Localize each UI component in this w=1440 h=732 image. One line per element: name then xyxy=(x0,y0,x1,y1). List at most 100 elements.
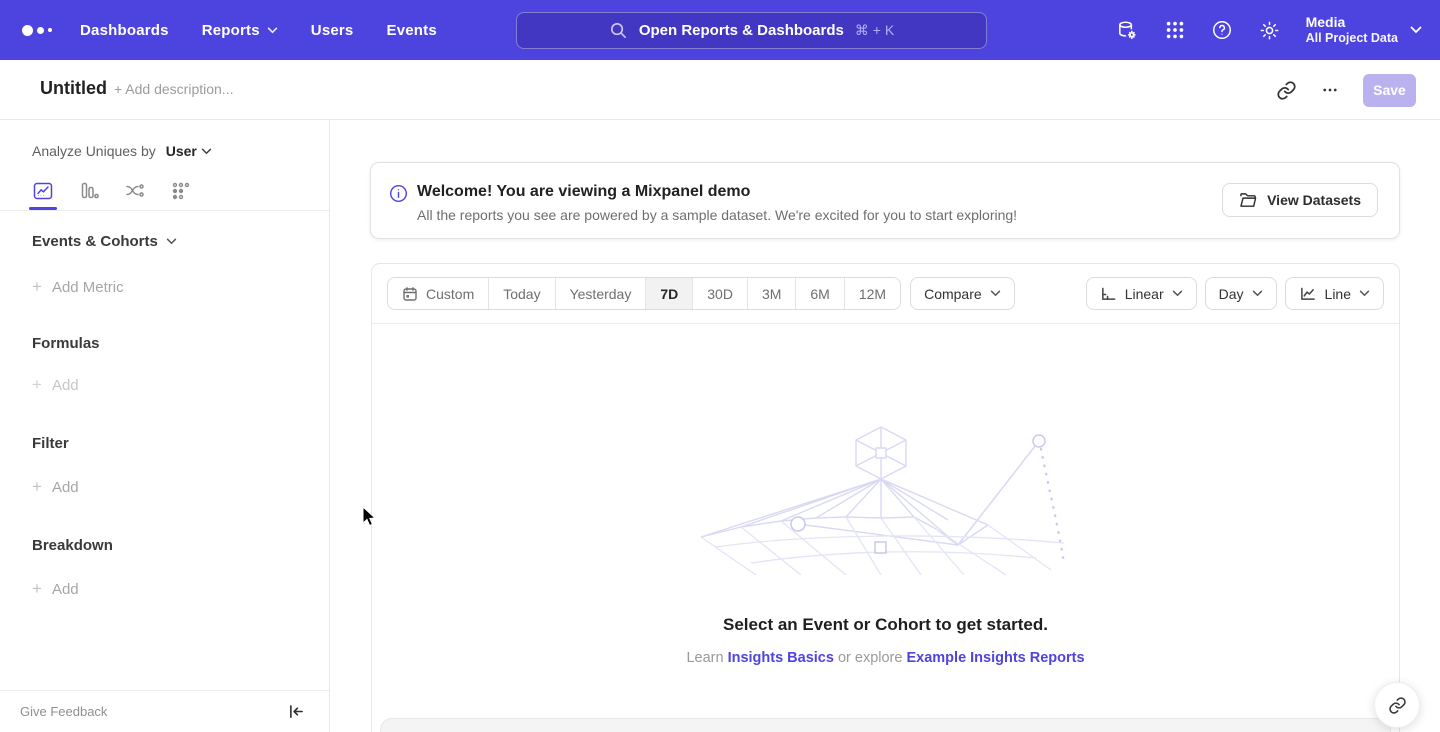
save-button[interactable]: Save xyxy=(1363,74,1416,107)
date-range-3m[interactable]: 3M xyxy=(748,278,796,309)
banner-title: Welcome! You are viewing a Mixpanel demo xyxy=(417,183,750,201)
chevron-down-icon xyxy=(1410,26,1422,34)
give-feedback-link[interactable]: Give Feedback xyxy=(20,704,107,719)
line-chart-icon xyxy=(32,180,54,202)
mixpanel-logo[interactable] xyxy=(22,22,62,38)
analyze-by-dropdown[interactable]: User xyxy=(166,143,212,159)
apps-grid-icon[interactable] xyxy=(1164,19,1186,41)
add-filter-button[interactable]: + Add xyxy=(0,477,329,497)
info-icon xyxy=(389,184,408,208)
chart-controls-row: Custom Today Yesterday 7D 30D 3M 6M 12M … xyxy=(372,264,1399,324)
plus-icon: + xyxy=(32,579,42,599)
report-title[interactable]: Untitled xyxy=(40,78,107,99)
chevron-down-icon xyxy=(166,238,177,245)
chevron-down-icon xyxy=(1359,290,1370,297)
empty-state-title: Select an Event or Cohort to get started… xyxy=(723,615,1048,635)
report-header: Untitled + Add description... Save xyxy=(0,60,1440,120)
collapse-sidebar-icon[interactable] xyxy=(288,704,305,719)
date-range-7d[interactable]: 7D xyxy=(646,278,693,309)
date-range-6m[interactable]: 6M xyxy=(796,278,844,309)
search-icon xyxy=(609,21,628,40)
interval-dropdown[interactable]: Day xyxy=(1205,277,1277,310)
add-formula-button[interactable]: + Add xyxy=(0,375,329,395)
report-header-actions: Save xyxy=(1276,60,1416,120)
nav-right-cluster: Media All Project Data xyxy=(1116,0,1422,60)
tab-retention-grid[interactable] xyxy=(170,172,192,210)
compare-dropdown[interactable]: Compare xyxy=(910,277,1015,310)
date-range-custom[interactable]: Custom xyxy=(388,278,489,309)
line-chart-icon xyxy=(1299,286,1317,302)
empty-state: Select an Event or Cohort to get started… xyxy=(372,325,1399,732)
add-breakdown-button[interactable]: + Add xyxy=(0,579,329,599)
help-icon[interactable] xyxy=(1211,19,1233,41)
date-range-segmented-control: Custom Today Yesterday 7D 30D 3M 6M 12M xyxy=(387,277,901,310)
bar-chart-icon xyxy=(78,180,100,202)
data-management-icon[interactable] xyxy=(1116,19,1139,42)
date-range-yesterday[interactable]: Yesterday xyxy=(556,278,647,309)
formulas-section: Formulas xyxy=(0,335,329,352)
banner-subtitle: All the reports you see are powered by a… xyxy=(417,207,1017,223)
insights-report-card: Custom Today Yesterday 7D 30D 3M 6M 12M … xyxy=(371,263,1400,732)
empty-state-illustration xyxy=(696,425,1076,575)
search-shortcut: ⌘ + K xyxy=(855,22,894,39)
chevron-down-icon xyxy=(1172,290,1183,297)
results-table-peek[interactable] xyxy=(380,718,1391,732)
chevron-down-icon xyxy=(267,27,278,34)
insights-basics-link[interactable]: Insights Basics xyxy=(728,650,834,666)
add-metric-button[interactable]: + Add Metric xyxy=(0,277,329,297)
scale-dropdown[interactable]: Linear xyxy=(1086,277,1197,310)
date-range-12m[interactable]: 12M xyxy=(845,278,900,309)
chart-type-tabs xyxy=(0,172,329,211)
nav-item-users[interactable]: Users xyxy=(311,22,354,39)
main-content: Welcome! You are viewing a Mixpanel demo… xyxy=(330,120,1440,732)
tab-flows[interactable] xyxy=(124,172,146,210)
share-link-floating-button[interactable] xyxy=(1374,682,1420,728)
copy-link-icon[interactable] xyxy=(1276,80,1297,101)
analyze-label: Analyze Uniques by xyxy=(32,143,156,159)
global-search-input[interactable]: Open Reports & Dashboards ⌘ + K xyxy=(516,12,987,49)
plus-icon: + xyxy=(32,477,42,497)
project-scope: All Project Data xyxy=(1306,31,1398,46)
tab-bar-chart[interactable] xyxy=(78,172,100,210)
dots-grid-icon xyxy=(170,180,192,202)
calendar-icon xyxy=(402,286,418,302)
search-placeholder: Open Reports & Dashboards xyxy=(639,22,844,39)
chevron-down-icon xyxy=(201,148,212,155)
breakdown-section: Breakdown xyxy=(0,537,329,554)
top-nav: Dashboards Reports Users Events Open Rep… xyxy=(0,0,1440,60)
query-builder-sidebar: Analyze Uniques by User xyxy=(0,120,330,732)
page-body: Analyze Uniques by User xyxy=(0,120,1440,732)
date-range-30d[interactable]: 30D xyxy=(693,278,748,309)
analyze-row: Analyze Uniques by User xyxy=(0,120,329,159)
linear-axis-icon xyxy=(1100,286,1117,302)
plus-icon: + xyxy=(32,375,42,395)
project-switcher[interactable]: Media All Project Data xyxy=(1306,14,1422,46)
mixpanel-app: Dashboards Reports Users Events Open Rep… xyxy=(0,0,1440,732)
more-options-icon[interactable] xyxy=(1321,81,1339,99)
link-icon xyxy=(1388,696,1407,715)
filter-section: Filter xyxy=(0,435,329,452)
settings-gear-icon[interactable] xyxy=(1258,19,1281,42)
plus-icon: + xyxy=(32,277,42,297)
example-reports-link[interactable]: Example Insights Reports xyxy=(906,650,1084,666)
flow-icon xyxy=(124,180,146,202)
nav-menu: Dashboards Reports Users Events xyxy=(80,0,437,60)
sidebar-footer: Give Feedback xyxy=(0,690,329,732)
chevron-down-icon xyxy=(1252,290,1263,297)
chart-type-dropdown[interactable]: Line xyxy=(1285,277,1384,310)
date-range-today[interactable]: Today xyxy=(489,278,555,309)
report-description-placeholder[interactable]: + Add description... xyxy=(114,81,233,97)
demo-banner: Welcome! You are viewing a Mixpanel demo… xyxy=(370,162,1400,239)
nav-item-events[interactable]: Events xyxy=(386,22,436,39)
tab-insights-line[interactable] xyxy=(32,172,54,210)
folder-icon xyxy=(1239,192,1258,209)
view-datasets-button[interactable]: View Datasets xyxy=(1222,183,1378,217)
chevron-down-icon xyxy=(990,290,1001,297)
project-name: Media xyxy=(1306,14,1398,31)
date-controls: Custom Today Yesterday 7D 30D 3M 6M 12M … xyxy=(387,277,1015,310)
nav-item-reports[interactable]: Reports xyxy=(202,22,278,39)
events-cohorts-section[interactable]: Events & Cohorts xyxy=(0,233,329,250)
empty-state-subtitle: Learn Insights Basics or explore Example… xyxy=(686,650,1084,666)
nav-item-dashboards[interactable]: Dashboards xyxy=(80,22,169,39)
display-controls: Linear Day Line xyxy=(1086,277,1384,310)
